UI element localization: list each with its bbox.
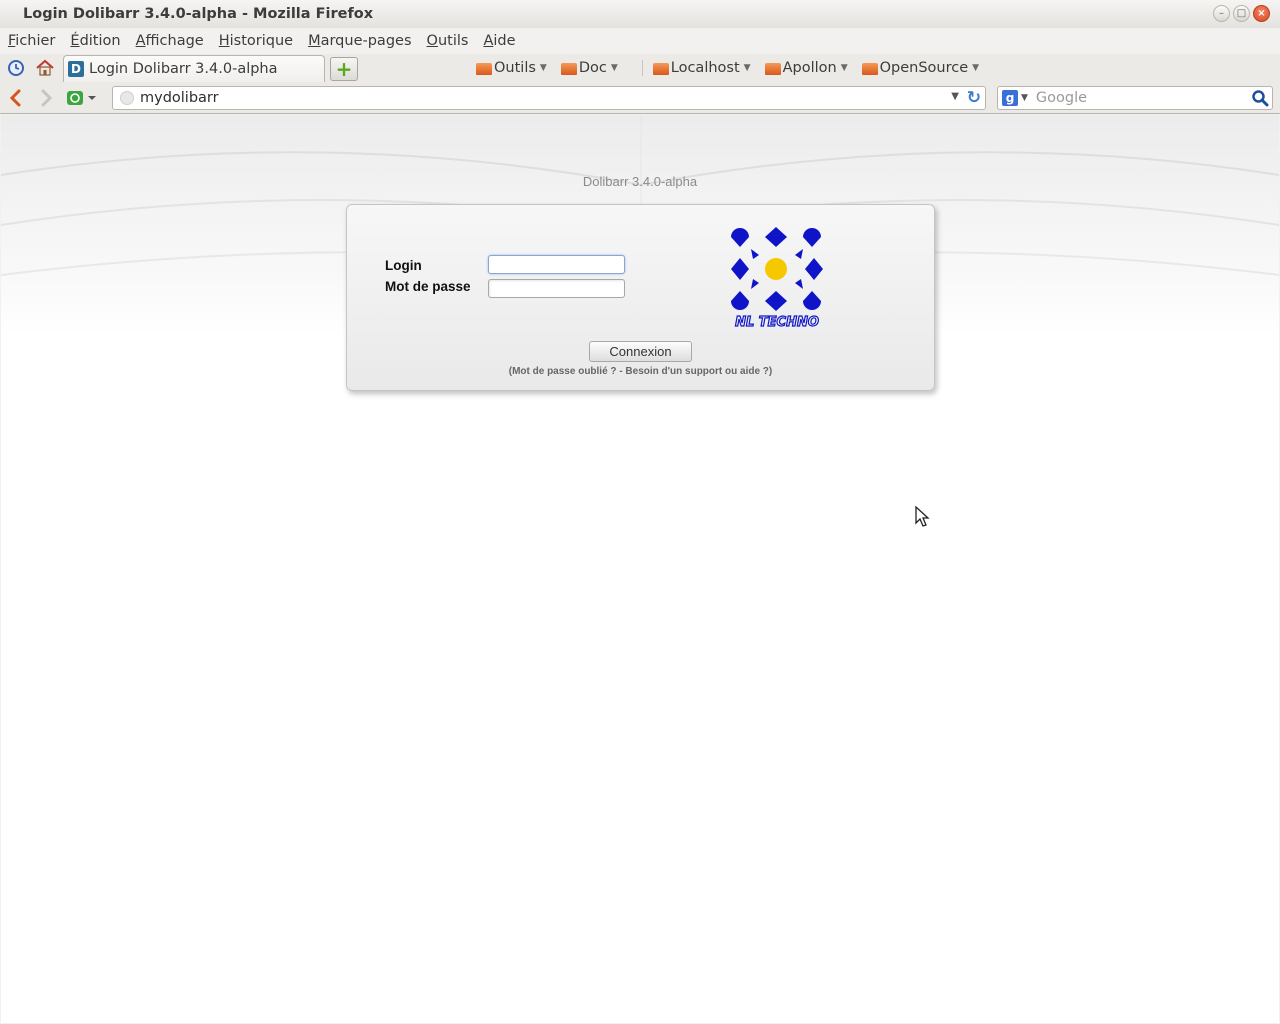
close-button[interactable]: ×	[1253, 5, 1270, 22]
password-input[interactable]	[488, 279, 625, 298]
minimize-button[interactable]: –	[1213, 5, 1230, 22]
tab-login-dolibarr[interactable]: D Login Dolibarr 3.4.0-alpha	[63, 55, 325, 82]
bookmarks-toolbar: Outils ▼ Doc ▼ Localhost ▼ Apollon ▼ OpenSou…	[476, 54, 993, 82]
tab-label: Login Dolibarr 3.4.0-alpha	[89, 61, 278, 77]
tab-bar: D Login Dolibarr 3.4.0-alpha + Outils ▼ D…	[0, 54, 1280, 82]
bookmark-folder-opensource[interactable]: OpenSource ▼	[861, 60, 980, 76]
url-text[interactable]: mydolibarr	[140, 90, 219, 106]
address-bar[interactable]: mydolibarr ▼ ↻	[112, 86, 986, 110]
dolibarr-version: Dolibarr 3.4.0-alpha	[582, 174, 698, 189]
folder-icon	[861, 63, 878, 75]
maximize-button[interactable]: □	[1233, 5, 1250, 22]
login-label: Login	[385, 258, 422, 273]
menu-outils[interactable]: Outils	[427, 33, 469, 49]
folder-icon	[476, 63, 492, 75]
caret-down-icon[interactable]: ▼	[1021, 93, 1028, 103]
home-icon[interactable]	[34, 57, 56, 79]
new-tab-button[interactable]: +	[330, 57, 358, 81]
plus-icon: +	[335, 57, 353, 81]
menu-affichage[interactable]: Affichage	[136, 33, 204, 49]
caret-down-icon: ▼	[610, 63, 618, 73]
menu-edition[interactable]: Édition	[70, 33, 120, 49]
history-icon[interactable]	[5, 57, 27, 79]
navigation-toolbar: mydolibarr ▼ ↻ g ▼ Google	[0, 82, 1280, 114]
window-titlebar: Login Dolibarr 3.4.0-alpha - Mozilla Fir…	[0, 0, 1280, 28]
login-form: Login Mot de passe NL TECHNO Connexion (…	[346, 204, 935, 391]
caret-down-icon: ▼	[539, 63, 547, 73]
site-identity-icon[interactable]	[120, 91, 134, 105]
forward-icon[interactable]	[35, 87, 57, 109]
caret-down-icon: ▼	[743, 63, 751, 73]
menu-bar: Fichier Édition Affichage Historique Mar…	[0, 28, 1280, 54]
url-history-dropdown-icon[interactable]: ▼	[951, 91, 959, 102]
connexion-button[interactable]: Connexion	[589, 341, 692, 362]
help-links[interactable]: (Mot de passe oublié ? - Besoin d'un sup…	[347, 366, 934, 377]
window-controls: – □ ×	[1213, 5, 1270, 22]
caret-down-icon: ▼	[840, 63, 848, 73]
bookmark-folder-doc[interactable]: Doc ▼	[560, 60, 618, 76]
sync-icon[interactable]	[64, 87, 100, 109]
menu-marque-pages[interactable]: Marque-pages	[308, 33, 411, 49]
page-content: Dolibarr 3.4.0-alpha Login Mot de passe	[1, 115, 1279, 1023]
password-label: Mot de passe	[385, 279, 471, 294]
bookmark-folder-apollon[interactable]: Apollon ▼	[764, 60, 848, 76]
back-icon[interactable]	[5, 87, 27, 109]
search-icon[interactable]	[1251, 89, 1269, 111]
window-title: Login Dolibarr 3.4.0-alpha - Mozilla Fir…	[23, 6, 374, 22]
login-input[interactable]	[488, 255, 625, 274]
folder-icon	[652, 63, 669, 75]
menu-aide[interactable]: Aide	[483, 33, 515, 49]
folder-icon	[764, 63, 781, 75]
reload-icon[interactable]: ↻	[967, 88, 981, 108]
bookmark-folder-outils[interactable]: Outils ▼	[476, 60, 547, 76]
nl-techno-logo: NL TECHNO	[727, 225, 827, 331]
mouse-cursor-icon	[915, 505, 931, 532]
folder-icon	[560, 63, 577, 75]
search-placeholder[interactable]: Google	[1036, 90, 1087, 106]
google-engine-icon[interactable]: g	[1002, 90, 1018, 106]
menu-fichier[interactable]: Fichier	[8, 33, 55, 49]
caret-down-icon: ▼	[972, 63, 980, 73]
search-bar[interactable]: g ▼ Google	[997, 86, 1273, 110]
menu-historique[interactable]: Historique	[219, 33, 293, 49]
dolibarr-favicon-icon: D	[68, 61, 84, 77]
bookmark-folder-localhost[interactable]: Localhost ▼	[641, 60, 751, 76]
logo-text: NL TECHNO	[735, 315, 819, 329]
